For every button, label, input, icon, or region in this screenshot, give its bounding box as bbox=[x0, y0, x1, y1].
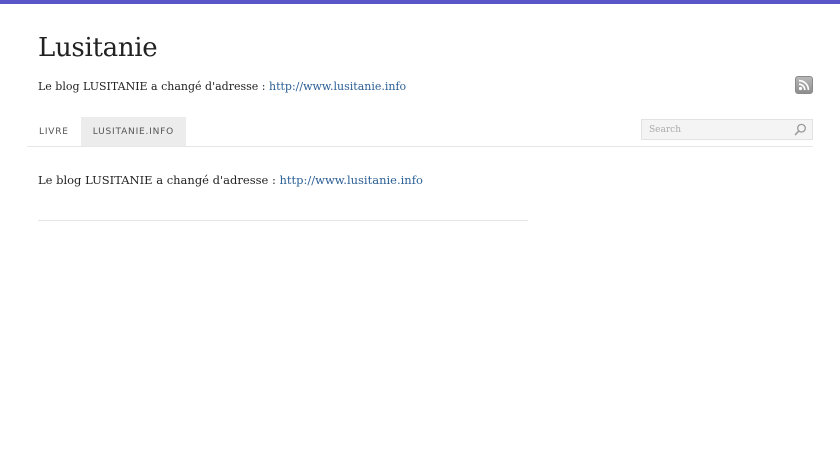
top-accent-bar bbox=[0, 0, 840, 4]
magnifier-icon[interactable] bbox=[794, 123, 807, 136]
nav-divider bbox=[27, 146, 813, 147]
site-tagline: Le blog LUSITANIE a changé d'adresse : h… bbox=[38, 79, 406, 95]
post-divider bbox=[38, 220, 528, 221]
tagline-text: Le blog LUSITANIE a changé d'adresse : bbox=[38, 80, 269, 93]
tagline-link[interactable]: http://www.lusitanie.info bbox=[269, 80, 406, 93]
search-input[interactable] bbox=[642, 120, 790, 139]
post-content: Le blog LUSITANIE a changé d'adresse : h… bbox=[38, 172, 423, 188]
post-link[interactable]: http://www.lusitanie.info bbox=[279, 173, 422, 187]
search-box bbox=[641, 119, 813, 140]
rss-feed-icon[interactable] bbox=[795, 76, 813, 94]
site-title[interactable]: Lusitanie bbox=[38, 30, 158, 66]
main-nav: LIVRE LUSITANIE.INFO bbox=[27, 117, 187, 146]
nav-item-lusitanie-info[interactable]: LUSITANIE.INFO bbox=[80, 117, 187, 146]
nav-item-livre[interactable]: LIVRE bbox=[27, 117, 81, 146]
post-text: Le blog LUSITANIE a changé d'adresse : bbox=[38, 173, 280, 187]
